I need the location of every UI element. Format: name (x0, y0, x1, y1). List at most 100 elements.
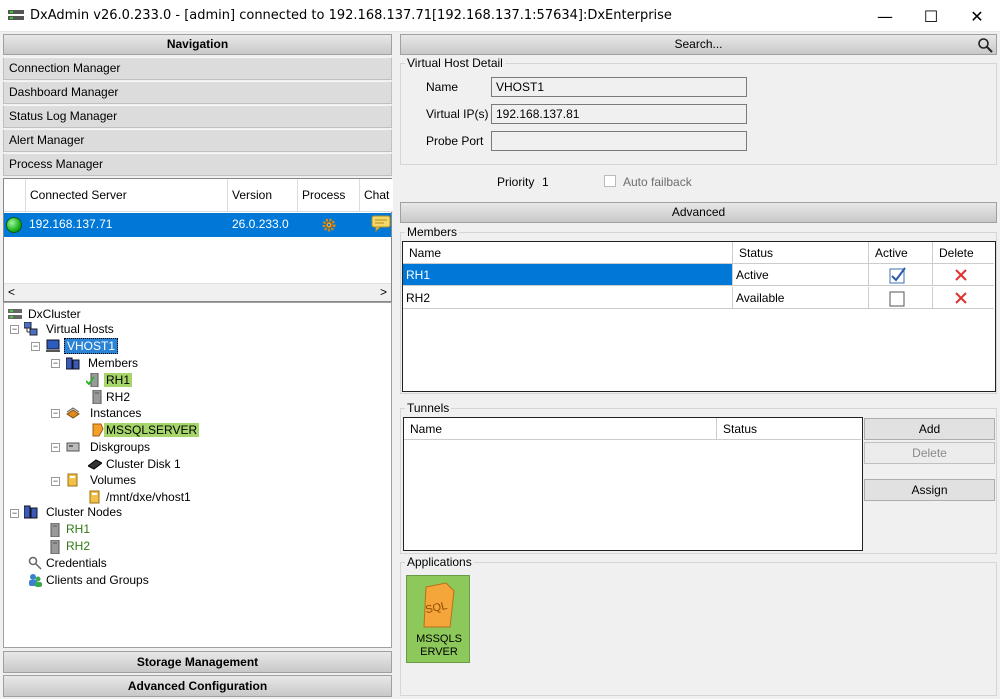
col-connected-server[interactable]: Connected Server (26, 179, 228, 212)
collapse-icon[interactable]: − (10, 509, 19, 518)
assign-tunnel-button[interactable]: Assign (864, 479, 995, 501)
members-icon (66, 357, 80, 370)
members-col-delete[interactable]: Delete (933, 242, 994, 264)
virtual-host-detail-title: Virtual Host Detail (405, 56, 505, 70)
search-bar[interactable]: Search... (400, 34, 997, 55)
collapse-icon[interactable]: − (51, 443, 60, 452)
minimize-icon: — (877, 6, 893, 26)
search-icon[interactable] (977, 37, 993, 53)
minimize-button[interactable]: — (862, 0, 908, 32)
tree-node-member-rh1[interactable]: RH1 (104, 372, 133, 388)
cluster-nodes-icon (24, 505, 38, 519)
members-col-active[interactable]: Active (869, 242, 933, 264)
table-row[interactable]: RH1 Active (403, 264, 994, 287)
close-button[interactable]: ✕ (954, 0, 1000, 32)
collapse-icon[interactable]: − (31, 342, 40, 351)
member-active-cell (869, 287, 933, 309)
tree-node-diskgroups[interactable]: Diskgroups (88, 439, 152, 455)
delete-icon[interactable] (955, 292, 967, 304)
nav-connection-manager[interactable]: Connection Manager (3, 57, 392, 80)
tree-node-cluster-nodes[interactable]: Cluster Nodes (44, 504, 124, 520)
search-label: Search... (674, 37, 723, 51)
collapse-icon[interactable]: − (10, 325, 19, 334)
server-icon (92, 390, 102, 404)
nav-alert-manager[interactable]: Alert Manager (3, 129, 392, 152)
window-title: DxAdmin v26.0.233.0 - [admin] connected … (30, 8, 672, 23)
name-field[interactable]: VHOST1 (491, 77, 747, 97)
scroll-left-arrow-icon[interactable]: < (8, 285, 15, 299)
server-icon (50, 523, 60, 537)
col-version[interactable]: Version (228, 179, 298, 212)
users-icon (29, 574, 42, 587)
tunnels-table: Name Status (403, 417, 863, 551)
members-col-name[interactable]: Name (403, 242, 733, 264)
probe-port-label: Probe Port (426, 134, 484, 148)
virtual-ip-field[interactable]: 192.168.137.81 (491, 104, 747, 124)
table-row[interactable]: RH2 Available (403, 287, 994, 310)
tree-node-credentials[interactable]: Credentials (44, 555, 109, 571)
tree-node-member-rh2[interactable]: RH2 (104, 389, 132, 405)
volume-icon (89, 490, 100, 504)
virtual-host-icon (46, 339, 60, 352)
virtual-hosts-icon (24, 322, 38, 336)
tunnels-title: Tunnels (405, 401, 452, 415)
unchecked-checkbox-icon[interactable] (889, 290, 907, 308)
add-tunnel-button[interactable]: Add (864, 418, 995, 440)
tree-node-members[interactable]: Members (86, 355, 140, 371)
auto-failback-checkbox[interactable] (604, 175, 616, 187)
tree-node-vhost1[interactable]: VHOST1 (64, 338, 119, 354)
tree-node-volume-path[interactable]: /mnt/dxe/vhost1 (104, 489, 193, 505)
probe-port-field[interactable] (491, 131, 747, 151)
app-tile-label-line1: MSSQLS (416, 633, 462, 645)
maximize-button[interactable]: ☐ (908, 0, 954, 32)
navigation-header: Navigation (3, 34, 392, 55)
priority-value[interactable]: 1 (542, 175, 549, 189)
tree-node-mssqlserver[interactable]: MSSQLSERVER (104, 422, 200, 438)
cluster-icon (8, 309, 22, 319)
tree-node-virtual-hosts[interactable]: Virtual Hosts (44, 321, 116, 337)
delete-icon[interactable] (955, 269, 967, 281)
table-row[interactable]: 192.168.137.71 26.0.233.0 (4, 213, 391, 237)
member-delete-cell (933, 264, 994, 286)
tree-node-volumes[interactable]: Volumes (88, 472, 138, 488)
process-gear-icon[interactable] (321, 217, 337, 233)
delete-tunnel-button[interactable]: Delete (864, 442, 995, 464)
nav-status-log-manager[interactable]: Status Log Manager (3, 105, 392, 128)
server-address: 192.168.137.71 (29, 217, 113, 231)
checked-checkbox-icon[interactable] (889, 266, 907, 284)
collapse-icon[interactable]: − (51, 409, 60, 418)
storage-management-button[interactable]: Storage Management (3, 651, 392, 673)
sql-file-icon: SQL (423, 582, 455, 628)
cluster-tree: DxCluster − Virtual Hosts − VHOST1 − Mem… (3, 302, 392, 648)
row-header-corner (4, 179, 26, 212)
tree-node-cluster-disk-1[interactable]: Cluster Disk 1 (104, 456, 183, 472)
server-grid-scrollbar[interactable]: < > (4, 283, 391, 301)
chat-icon[interactable] (371, 215, 391, 233)
collapse-icon[interactable]: − (51, 359, 60, 368)
title-bar: DxAdmin v26.0.233.0 - [admin] connected … (0, 0, 1000, 32)
collapse-icon[interactable]: − (51, 477, 60, 486)
advanced-configuration-button[interactable]: Advanced Configuration (3, 675, 392, 697)
tree-node-dxcluster[interactable]: DxCluster (26, 306, 83, 322)
nav-process-manager[interactable]: Process Manager (3, 153, 392, 176)
members-table: Name Status Active Delete RH1 Active RH2… (402, 241, 996, 392)
tree-node-node-rh2[interactable]: RH2 (64, 538, 92, 554)
member-status: Available (733, 287, 869, 309)
tree-node-node-rh1[interactable]: RH1 (64, 521, 92, 537)
applications-group (400, 562, 997, 696)
col-chat[interactable]: Chat (360, 179, 393, 212)
tree-node-instances[interactable]: Instances (88, 405, 143, 421)
name-label: Name (426, 80, 459, 94)
members-col-status[interactable]: Status (733, 242, 869, 264)
mssqlserver-app-tile[interactable]: SQL MSSQLS ERVER (406, 575, 470, 663)
instances-icon (66, 407, 80, 419)
credentials-icon (28, 556, 42, 570)
tunnels-col-name[interactable]: Name (404, 418, 717, 440)
advanced-button[interactable]: Advanced (400, 202, 997, 223)
tunnels-col-status[interactable]: Status (717, 418, 861, 440)
col-process[interactable]: Process (298, 179, 360, 212)
scroll-right-arrow-icon[interactable]: > (380, 285, 387, 299)
nav-dashboard-manager[interactable]: Dashboard Manager (3, 81, 392, 104)
tree-node-clients-and-groups[interactable]: Clients and Groups (44, 572, 151, 588)
app-tile-label-line2: ERVER (420, 646, 458, 658)
